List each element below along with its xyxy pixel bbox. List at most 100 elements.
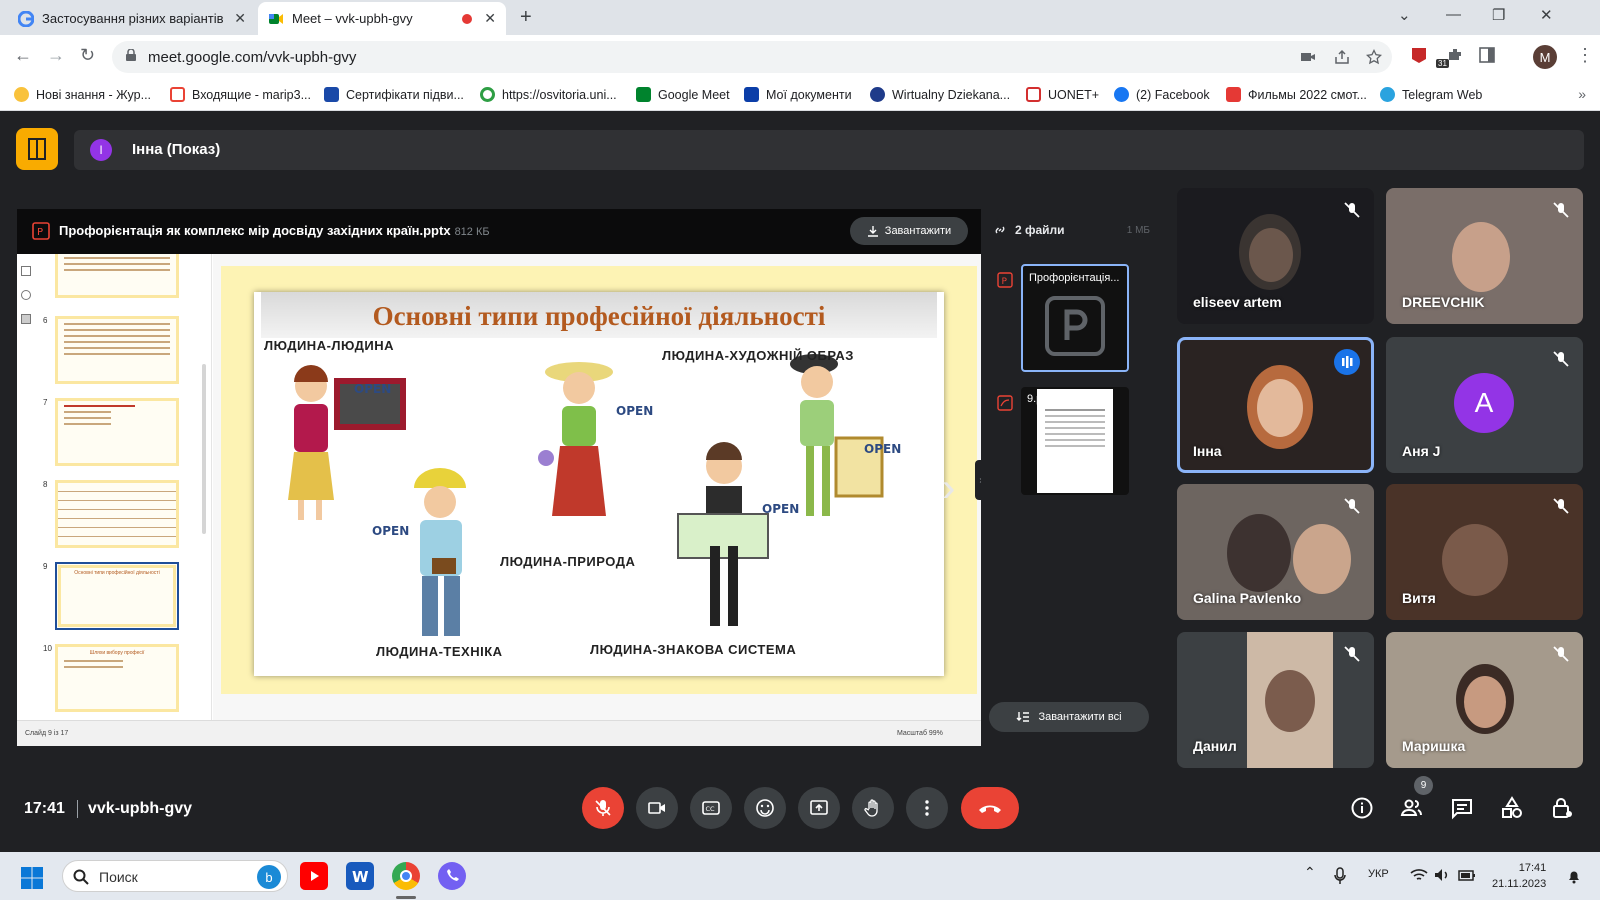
forward-icon[interactable]: →	[47, 45, 65, 66]
bookmark-item[interactable]: Нові знання - Жур...	[14, 87, 151, 102]
camera-icon	[648, 802, 665, 814]
download-button[interactable]: Завантажити	[850, 217, 968, 245]
meeting-info-icon[interactable]	[1350, 796, 1374, 820]
camera-toggle-button[interactable]	[636, 787, 678, 829]
close-tab-icon[interactable]: ✕	[234, 10, 246, 27]
kino-icon	[1226, 87, 1241, 102]
activities-icon[interactable]	[1500, 796, 1524, 820]
search-icon[interactable]	[21, 290, 31, 300]
menu-icon[interactable]: ⋮	[1576, 45, 1594, 66]
bookmark-item[interactable]: Мої документи	[744, 87, 852, 102]
close-window-icon[interactable]: ✕	[1540, 6, 1553, 24]
next-slide-icon[interactable]: ›	[942, 466, 955, 511]
taskbar-search[interactable]: Поиск b	[62, 860, 288, 892]
wifi-icon[interactable]	[1410, 868, 1428, 882]
new-tab-icon[interactable]: +	[520, 6, 532, 29]
thumb-tools	[21, 266, 33, 338]
tab-search-icon[interactable]: ⌄	[1398, 6, 1411, 24]
open-tag: OPEN	[762, 502, 800, 516]
minimize-icon[interactable]: —	[1446, 6, 1461, 23]
participant-tile[interactable]: A Аня J	[1386, 337, 1583, 473]
participant-tile[interactable]: eliseev artem	[1177, 188, 1374, 324]
more-options-button[interactable]	[906, 787, 948, 829]
host-controls-icon[interactable]	[1550, 796, 1574, 820]
back-icon[interactable]: ←	[14, 45, 32, 66]
files-size: 1 МБ	[1126, 225, 1150, 236]
outline-view-icon[interactable]	[21, 314, 31, 324]
present-button[interactable]	[798, 787, 840, 829]
close-tab-icon[interactable]: ✕	[484, 10, 496, 27]
participant-tile[interactable]: Витя	[1386, 484, 1583, 620]
slide-label-person-art: ЛЮДИНА-ХУДОЖНІЙ ОБРАЗ	[662, 348, 854, 363]
restore-icon[interactable]: ❐	[1492, 6, 1505, 24]
language-indicator[interactable]: УКР	[1368, 868, 1389, 880]
participant-tile[interactable]: DREEVCHIK	[1386, 188, 1583, 324]
battery-icon[interactable]	[1458, 868, 1476, 882]
star-icon[interactable]	[1366, 49, 1382, 65]
tab-active[interactable]: Meet – vvk-upbh-gvy ✕	[258, 2, 506, 35]
chrome-icon[interactable]	[392, 862, 420, 890]
bookmark-item[interactable]: Google Meet	[636, 87, 730, 102]
thumbnail-scrollbar[interactable]	[202, 364, 206, 534]
file-name: Профорієнтація як комплекс мір досвіду з…	[59, 223, 490, 238]
bookmarks-overflow-icon[interactable]: »	[1578, 86, 1586, 102]
tab-inactive[interactable]: Застосування різних варіантів ✕	[8, 2, 256, 35]
chat-icon[interactable]	[1450, 796, 1474, 820]
presentation-icon[interactable]	[16, 128, 58, 170]
reload-icon[interactable]: ↻	[80, 45, 95, 66]
tray-overflow-icon[interactable]: ⌃	[1304, 864, 1316, 881]
people-icon[interactable]	[1400, 796, 1424, 820]
participant-tile[interactable]: Маришка	[1386, 632, 1583, 768]
bookmark-item[interactable]: Сертифікати підви...	[324, 87, 464, 102]
presenter-name: Інна (Показ)	[132, 141, 221, 158]
hang-up-icon	[979, 805, 1001, 813]
volume-icon[interactable]	[1434, 868, 1450, 882]
bookmark-item[interactable]: UONET+	[1026, 87, 1099, 102]
bookmark-label: Сертифікати підви...	[346, 87, 464, 102]
leave-call-button[interactable]	[961, 787, 1019, 829]
mic-toggle-button[interactable]	[582, 787, 624, 829]
bing-icon[interactable]: b	[257, 865, 281, 889]
viber-icon[interactable]	[438, 862, 466, 890]
slide-area: Основні типи професійної діяльності ЛЮДИ…	[213, 254, 981, 720]
bookmark-item[interactable]: https://osvitoria.uni...	[480, 87, 617, 102]
book-icon	[324, 87, 339, 102]
bookmark-item[interactable]: Фильмы 2022 смот...	[1226, 87, 1367, 102]
raise-hand-button[interactable]	[852, 787, 894, 829]
slide-label-person-signs: ЛЮДИНА-ЗНАКОВА СИСТЕМА	[590, 642, 797, 657]
microphone-icon[interactable]	[1334, 867, 1346, 885]
notifications-icon[interactable]	[1566, 868, 1582, 884]
participant-tile[interactable]: Galina Pavlenko	[1177, 484, 1374, 620]
participant-tile-speaking[interactable]: Інна	[1177, 337, 1374, 473]
file-item-pdf[interactable]: 9.pdf	[1021, 387, 1129, 495]
thumbnails-view-icon[interactable]	[21, 266, 31, 276]
bookmark-item[interactable]: Wirtualny Dziekana...	[870, 87, 1010, 102]
bookmark-item[interactable]: (2) Facebook	[1114, 87, 1210, 102]
active-app-indicator	[396, 896, 416, 899]
extension-calendar-icon[interactable]	[1410, 46, 1428, 64]
link-icon	[995, 226, 1005, 234]
youtube-icon[interactable]	[300, 862, 328, 890]
download-all-icon	[1016, 712, 1030, 722]
hand-icon	[864, 799, 878, 817]
bookmark-item[interactable]: Telegram Web	[1380, 87, 1482, 102]
bookmark-label: https://osvitoria.uni...	[502, 87, 617, 102]
address-bar[interactable]: meet.google.com/vvk-upbh-gvy	[112, 41, 1392, 73]
profile-avatar[interactable]: M	[1533, 45, 1557, 69]
svg-text:P: P	[37, 227, 43, 238]
speaking-indicator-icon	[1334, 349, 1360, 375]
ppt-large-icon	[1045, 296, 1105, 356]
camera-icon[interactable]	[1300, 49, 1316, 65]
download-all-button[interactable]: Завантажити всі	[989, 702, 1149, 732]
windows-start-icon[interactable]	[20, 866, 44, 890]
taskbar-clock[interactable]: 17:41 21.11.2023	[1492, 860, 1546, 892]
participant-tile[interactable]: Данил	[1177, 632, 1374, 768]
bookmark-item[interactable]: Входящие - marip3...	[170, 87, 311, 102]
captions-button[interactable]: CC	[690, 787, 732, 829]
reactions-button[interactable]	[744, 787, 786, 829]
participant-name: DREEVCHIK	[1402, 294, 1485, 310]
share-icon[interactable]	[1334, 49, 1350, 65]
side-panel-icon[interactable]	[1478, 46, 1496, 64]
file-item-pptx[interactable]: Профорієнтація...	[1021, 264, 1129, 372]
word-icon[interactable]: W	[346, 862, 374, 890]
